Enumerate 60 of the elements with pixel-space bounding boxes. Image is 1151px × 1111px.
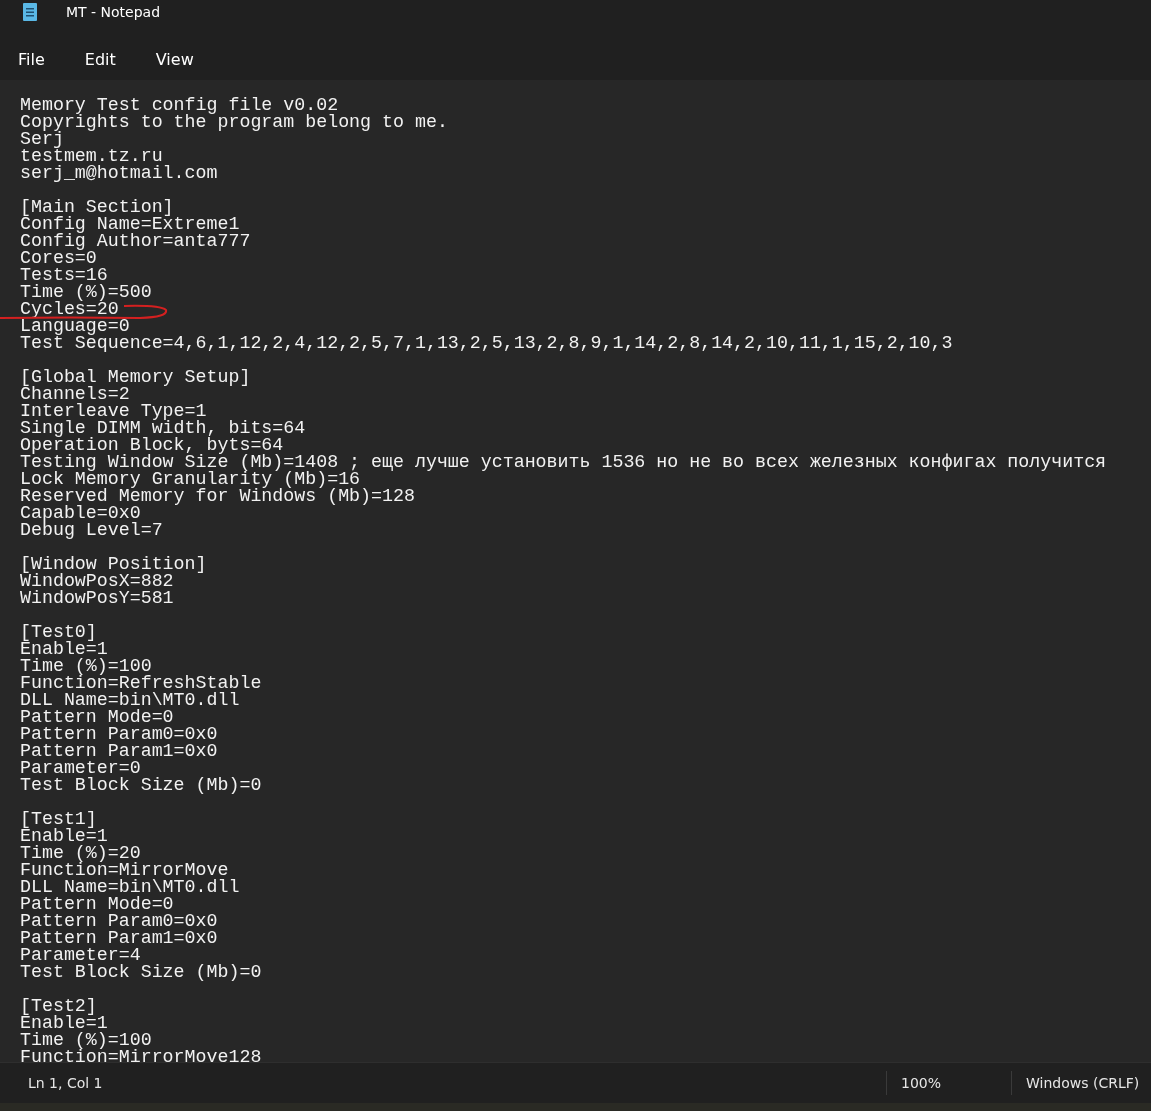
text-line: Capable=0x0 (20, 505, 141, 522)
text-line: [Test0] (20, 624, 97, 641)
text-line: Function=MirrorMove128 (20, 1049, 262, 1062)
text-line: Cycles=20 (20, 301, 119, 318)
text-line: Pattern Mode=0 (20, 709, 174, 726)
text-line: DLL Name=bin\MT0.dll (20, 879, 240, 896)
notepad-icon (22, 2, 38, 22)
text-line: Interleave Type=1 (20, 403, 207, 420)
text-line: [Test2] (20, 998, 97, 1015)
text-line: Language=0 (20, 318, 130, 335)
text-line: Time (%)=100 (20, 1032, 152, 1049)
text-line: WindowPosY=581 (20, 590, 174, 607)
text-line: Test Block Size (Mb)=0 (20, 777, 262, 794)
text-line: Serj (20, 131, 64, 148)
text-line: Pattern Param0=0x0 (20, 726, 218, 743)
text-line: Parameter=4 (20, 947, 141, 964)
text-line: Reserved Memory for Windows (Mb)=128 (20, 488, 415, 505)
text-line: [Global Memory Setup] (20, 369, 251, 386)
text-line: Channels=2 (20, 386, 130, 403)
text-line: Testing Window Size (Mb)=1408 ; еще лучше установить 1536 но не во всех железных конфигах получится (20, 454, 1107, 471)
text-line: [Test1] (20, 811, 97, 828)
text-line: Tests=16 (20, 267, 108, 284)
cursor-position: Ln 1, Col 1 (27, 1075, 104, 1091)
text-line: Lock Memory Granularity (Mb)=16 (20, 471, 361, 488)
zoom-level[interactable]: 100% (886, 1071, 1011, 1095)
text-line: Function=RefreshStable (20, 675, 262, 692)
text-line: Time (%)=500 (20, 284, 152, 301)
text-line: Enable=1 (20, 641, 108, 658)
text-line: Parameter=0 (20, 760, 141, 777)
text-editor[interactable] (0, 80, 1151, 1062)
text-line: Pattern Param1=0x0 (20, 930, 218, 947)
text-line: Test Sequence=4,6,1,12,2,4,12,2,5,7,1,13,2,5,13,2,8,9,1,14,2,8,14,2,10,11,1,15,2,10,3 (20, 335, 953, 352)
text-line: Single DIMM width, bits=64 (20, 420, 306, 437)
text-line: [Main Section] (20, 199, 174, 216)
text-line: WindowPosX=882 (20, 573, 174, 590)
text-line: Pattern Param1=0x0 (20, 743, 218, 760)
text-line: [Window Position] (20, 556, 207, 573)
text-line: Copyrights to the program belong to me. (20, 114, 448, 131)
line-ending[interactable]: Windows (CRLF) (1011, 1071, 1151, 1095)
text-line: Time (%)=20 (20, 845, 141, 862)
text-line: Pattern Param0=0x0 (20, 913, 218, 930)
menu-item[interactable]: File (8, 43, 55, 75)
text-line: Debug Level=7 (20, 522, 163, 539)
menu-item[interactable]: Edit (74, 43, 126, 75)
text-line: serj_m@hotmail.com (20, 165, 218, 182)
text-line: Memory Test config file v0.02 (20, 97, 339, 114)
text-line: Enable=1 (20, 828, 108, 845)
text-line: Cores=0 (20, 250, 97, 267)
text-line: Enable=1 (20, 1015, 108, 1032)
text-line: DLL Name=bin\MT0.dll (20, 692, 240, 709)
text-line: Operation Block, byts=64 (20, 437, 284, 454)
text-line: Function=MirrorMove (20, 862, 229, 879)
text-line: Time (%)=100 (20, 658, 152, 675)
window-title: MT - Notepad (66, 4, 161, 22)
text-line: testmem.tz.ru (20, 148, 163, 165)
text-line: Test Block Size (Mb)=0 (20, 964, 262, 981)
menu-item[interactable]: View (145, 43, 204, 75)
text-line: Pattern Mode=0 (20, 896, 174, 913)
text-line: Config Name=Extreme1 (20, 216, 240, 233)
text-line: Config Author=anta777 (20, 233, 251, 250)
